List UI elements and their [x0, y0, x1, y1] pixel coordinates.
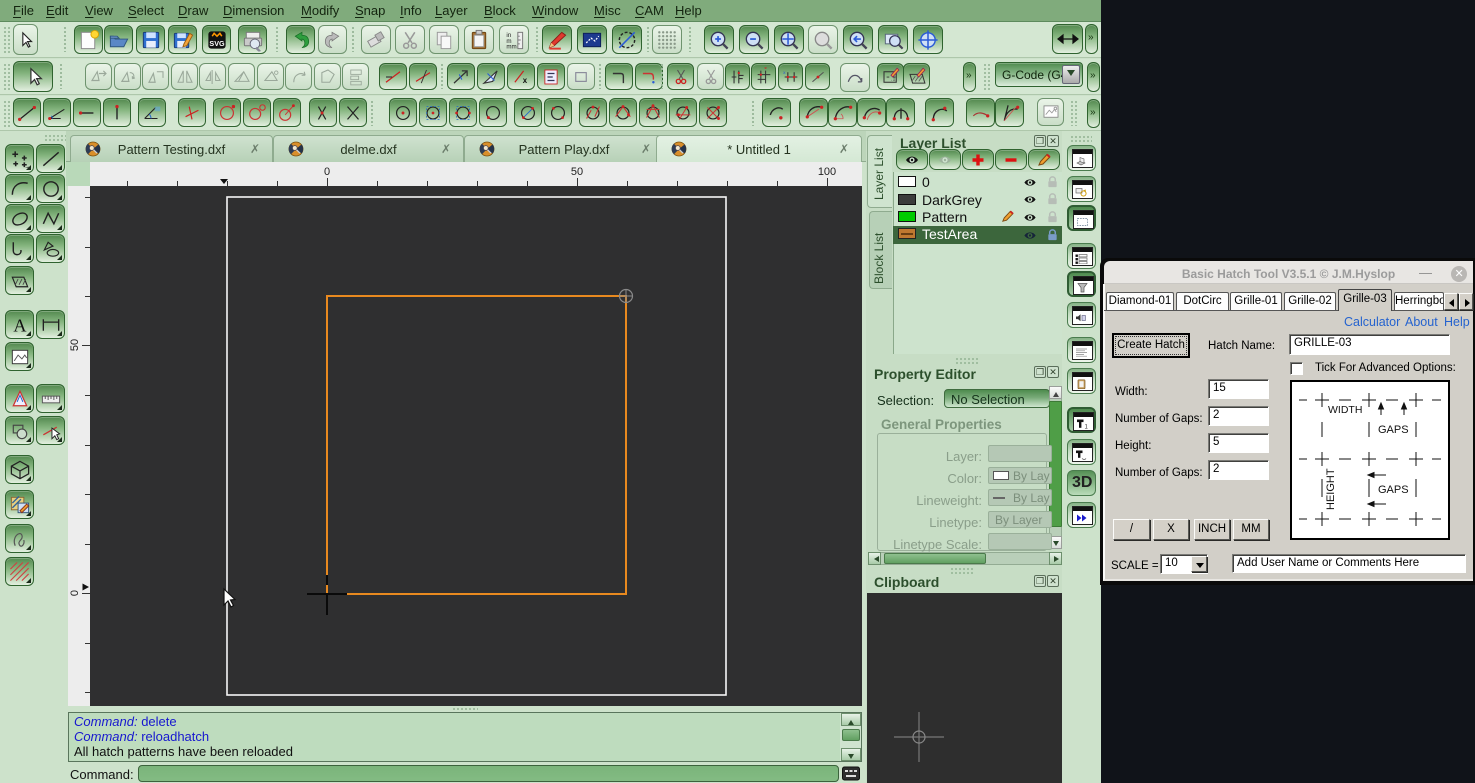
- svg-text:100: 100: [818, 166, 836, 178]
- svg-text:50: 50: [69, 339, 81, 351]
- svg-text:mm: mm: [506, 43, 516, 50]
- svg-text:.1: .1: [891, 76, 895, 82]
- svg-text:WIDTH: WIDTH: [1328, 404, 1362, 416]
- svg-text:0: 0: [69, 590, 81, 596]
- svg-text:SVG: SVG: [209, 39, 225, 47]
- svg-text:50: 50: [571, 166, 583, 178]
- svg-text:HEIGHT: HEIGHT: [1325, 468, 1337, 510]
- svg-text:x: x: [523, 76, 528, 85]
- svg-text:0: 0: [324, 166, 330, 178]
- svg-text:A: A: [13, 315, 26, 335]
- svg-text:x: x: [783, 70, 786, 75]
- svg-text:GAPS: GAPS: [1378, 424, 1409, 436]
- svg-text:1: 1: [1085, 425, 1089, 430]
- svg-text:GAPS: GAPS: [1378, 484, 1409, 496]
